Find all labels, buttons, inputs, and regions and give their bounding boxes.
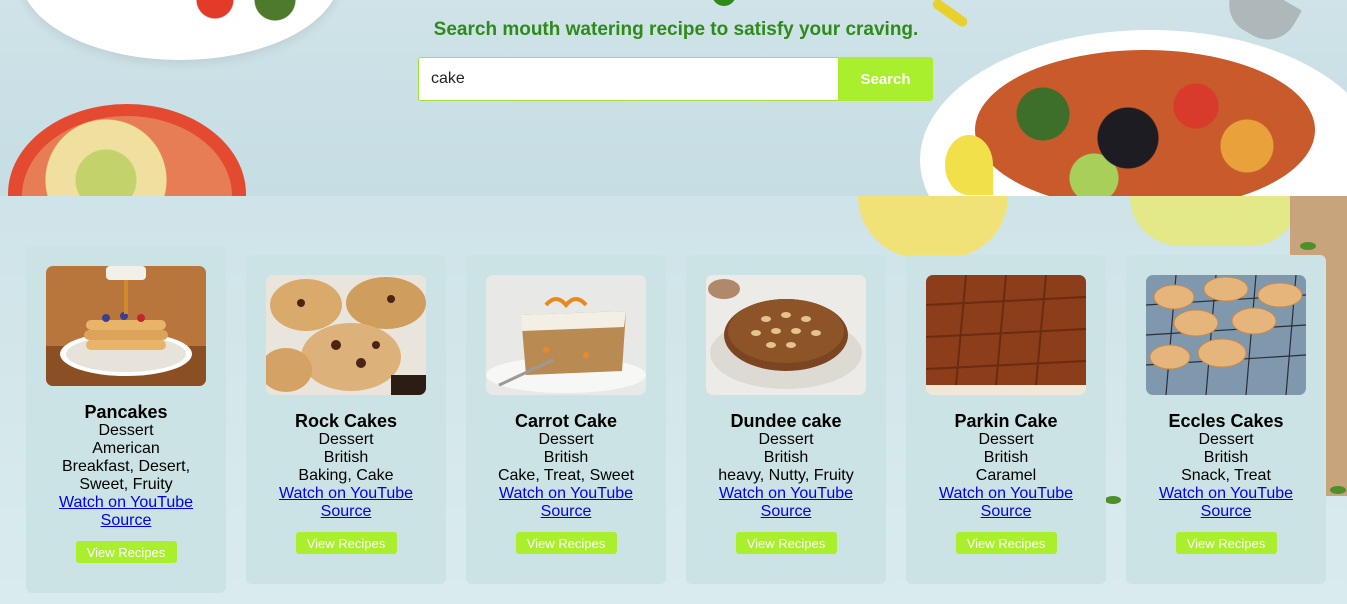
page-title-fragment	[712, 0, 736, 6]
decorative-herb	[1300, 242, 1316, 250]
recipe-card-rock-cakes: Rock Cakes Dessert British Baking, Cake …	[246, 255, 446, 584]
recipe-card-dundee-cake: Dundee cake Dessert British heavy, Nutty…	[686, 255, 886, 584]
recipe-card-parkin-cake: Parkin Cake Dessert British Caramel Watc…	[906, 255, 1106, 584]
recipe-tags: Cake, Treat, Sweet	[497, 467, 635, 484]
recipe-area: British	[1203, 449, 1249, 466]
recipe-category: Dessert	[318, 431, 374, 448]
pancakes-photo	[46, 266, 206, 386]
recipe-area: British	[763, 449, 809, 466]
recipe-name: Dundee cake	[730, 411, 842, 431]
recipe-card-carrot-cake: Carrot Cake Dessert British Cake, Treat,…	[466, 255, 666, 584]
youtube-link[interactable]: Watch on YouTube	[926, 485, 1086, 503]
view-recipes-button[interactable]: View Recipes	[75, 541, 177, 563]
source-link[interactable]: Source	[46, 512, 206, 530]
recipe-tags: heavy, Nutty, Fruity	[718, 467, 854, 484]
recipe-tags: Snack, Treat	[1181, 467, 1271, 484]
recipe-tags: Baking, Cake	[298, 467, 394, 484]
view-recipes-button[interactable]: View Recipes	[1175, 532, 1277, 554]
source-link[interactable]: Source	[926, 503, 1086, 521]
search-button[interactable]: Search	[838, 57, 933, 101]
recipe-area: British	[543, 449, 589, 466]
youtube-link[interactable]: Watch on YouTube	[266, 485, 426, 503]
carrot-cake-photo	[486, 275, 646, 395]
recipe-name: Rock Cakes	[294, 411, 398, 431]
recipe-category: Dessert	[98, 422, 154, 439]
recipe-tags: Breakfast, Desert, Sweet, Fruity	[61, 458, 191, 493]
view-recipes-button[interactable]: View Recipes	[515, 532, 617, 554]
source-link[interactable]: Source	[266, 503, 426, 521]
results-section: Pancakes Dessert American Breakfast, Des…	[0, 196, 1347, 604]
decorative-lime	[1130, 196, 1300, 246]
recipe-category: Dessert	[538, 431, 594, 448]
decorative-lemon	[945, 135, 993, 195]
youtube-link[interactable]: Watch on YouTube	[46, 494, 206, 512]
search-input[interactable]	[418, 57, 838, 101]
recipe-area: British	[983, 449, 1029, 466]
decorative-lime	[858, 196, 1008, 258]
recipe-area: British	[323, 449, 369, 466]
dundee-cake-photo	[706, 275, 866, 395]
recipe-area: American	[92, 440, 160, 457]
eccles-cakes-photo	[1146, 275, 1306, 395]
rock-cakes-photo	[266, 275, 426, 395]
parkin-cake-photo	[926, 275, 1086, 395]
recipe-category: Dessert	[978, 431, 1034, 448]
source-link[interactable]: Source	[486, 503, 646, 521]
source-link[interactable]: Source	[1146, 503, 1306, 521]
tagline: Search mouth watering recipe to satisfy …	[433, 19, 919, 40]
view-recipes-button[interactable]: View Recipes	[295, 532, 397, 554]
youtube-link[interactable]: Watch on YouTube	[486, 485, 646, 503]
decorative-bean-salad	[975, 50, 1315, 196]
decorative-herb	[1330, 486, 1346, 494]
view-recipes-button[interactable]: View Recipes	[955, 532, 1057, 554]
recipe-tags: Caramel	[975, 467, 1037, 484]
source-link[interactable]: Source	[706, 503, 866, 521]
recipe-card-eccles-cakes: Eccles Cakes Dessert British Snack, Trea…	[1126, 255, 1326, 584]
decorative-herb	[1105, 496, 1121, 504]
youtube-link[interactable]: Watch on YouTube	[706, 485, 866, 503]
recipe-category: Dessert	[1198, 431, 1254, 448]
youtube-link[interactable]: Watch on YouTube	[1146, 485, 1306, 503]
recipe-name: Carrot Cake	[514, 411, 618, 431]
recipe-name: Parkin Cake	[954, 411, 1058, 431]
recipe-card-pancakes: Pancakes Dessert American Breakfast, Des…	[26, 246, 226, 593]
hero-banner: Search mouth watering recipe to satisfy …	[0, 0, 1347, 196]
view-recipes-button[interactable]: View Recipes	[735, 532, 837, 554]
recipe-name: Pancakes	[84, 402, 168, 422]
recipe-name: Eccles Cakes	[1168, 411, 1284, 431]
recipe-category: Dessert	[758, 431, 814, 448]
